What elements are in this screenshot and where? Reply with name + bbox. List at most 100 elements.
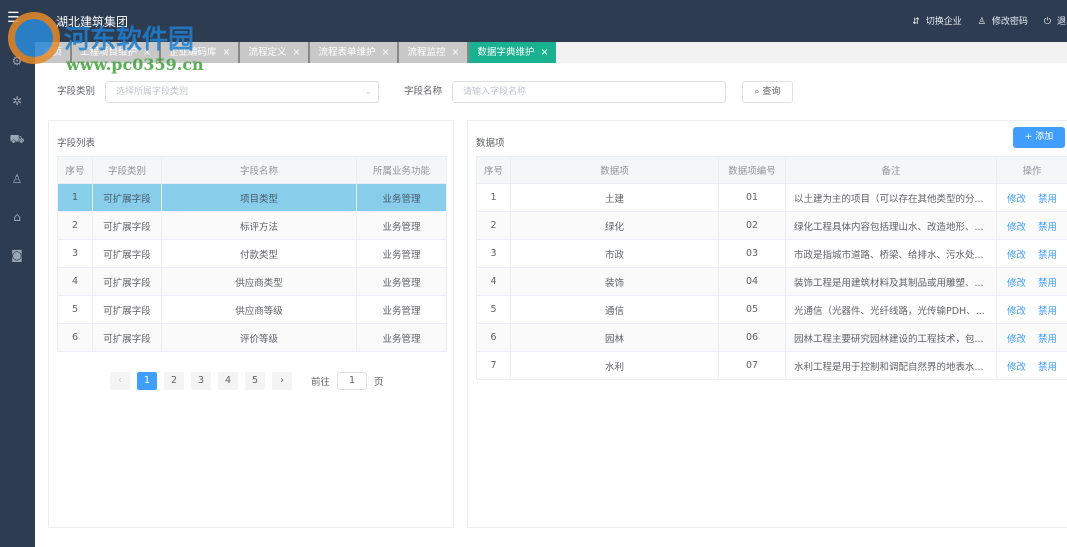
switch-company-button[interactable]: ⇵ 切换企业: [912, 14, 962, 27]
table-cell: 06: [718, 323, 786, 352]
table-cell: 6: [57, 323, 93, 352]
table-row[interactable]: 6 可扩展字段 评价等级 业务管理: [57, 323, 447, 352]
table-cell: 绿化工程具体内容包括理山水、改造地形、...: [785, 211, 997, 240]
actions-cell: 修改 禁用: [996, 351, 1067, 380]
table-row: 4 装饰 04 装饰工程是用建筑材料及其制品或用雕塑、... 修改 禁用: [476, 267, 1067, 296]
table-row[interactable]: 4 可扩展字段 供应商类型 业务管理: [57, 267, 447, 296]
org-icon[interactable]: ⚙: [8, 54, 26, 68]
field-name-input[interactable]: 请输入字段名称: [452, 81, 726, 103]
table-cell: 装饰工程是用建筑材料及其制品或用雕塑、...: [785, 267, 997, 296]
gear-icon[interactable]: ✲: [8, 94, 26, 108]
table-row[interactable]: 1 可扩展字段 项目类型 业务管理: [57, 183, 447, 212]
close-icon[interactable]: ×: [451, 47, 459, 58]
disable-link[interactable]: 禁用: [1038, 194, 1057, 205]
tab-project[interactable]: 工程项目维护 ×: [70, 42, 159, 63]
cart-icon[interactable]: ⛟: [8, 132, 26, 148]
logout-button[interactable]: ⏻退出: [1044, 14, 1067, 27]
table-cell: 04: [718, 267, 786, 296]
table-cell: 以土建为主的项目（可以存在其他类型的分...: [785, 183, 997, 212]
edit-link[interactable]: 修改: [1007, 362, 1026, 373]
page-3[interactable]: 3: [191, 372, 211, 390]
goto-label: 前往: [311, 377, 331, 388]
table-cell: 光通信（光器件、光纤线路，光传输PDH、...: [785, 295, 997, 324]
table-cell: 可扩展字段: [92, 211, 162, 240]
page-2[interactable]: 2: [164, 372, 184, 390]
table-cell: 供应商类型: [161, 267, 357, 296]
table-cell: 市政: [510, 239, 719, 268]
user-settings-icon[interactable]: ♙: [8, 172, 26, 186]
table-cell: 标评方法: [161, 211, 357, 240]
chart-icon[interactable]: ◙: [8, 248, 26, 262]
table-row: 6 园林 06 园林工程主要研究园林建设的工程技术，包... 修改 禁用: [476, 323, 1067, 352]
table-cell: 业务管理: [356, 267, 447, 296]
page-1[interactable]: 1: [137, 372, 157, 390]
table-cell: 园林: [510, 323, 719, 352]
col-header: 序号: [57, 156, 93, 184]
tab-process-monitor[interactable]: 流程监控 ×: [397, 42, 468, 63]
tab-company-code[interactable]: 企业编码库 ×: [159, 42, 239, 63]
field-table: 序号 字段类别 字段名称 所属业务功能 1 可扩展字段 项目类型 业务管理 2 可扩展字段…: [57, 156, 447, 352]
table-cell: 4: [476, 267, 511, 296]
change-password-button[interactable]: ♙ 修改密码: [978, 14, 1028, 27]
table-cell: 可扩展字段: [92, 183, 162, 212]
disable-link[interactable]: 禁用: [1038, 306, 1057, 317]
table-cell: 5: [57, 295, 93, 324]
edit-link[interactable]: 修改: [1007, 250, 1026, 261]
table-row: 2 绿化 02 绿化工程具体内容包括理山水、改造地形、... 修改 禁用: [476, 211, 1067, 240]
page-5[interactable]: 5: [245, 372, 265, 390]
tab-process-form[interactable]: 流程表单维护 ×: [308, 42, 398, 63]
table-cell: 水利工程是用于控制和调配自然界的地表水...: [785, 351, 997, 380]
close-icon[interactable]: ×: [540, 47, 548, 58]
menu-icon[interactable]: ☰: [7, 10, 20, 26]
query-button[interactable]: ⌕ 查询: [742, 81, 793, 103]
power-icon: ⏻: [1043, 17, 1051, 27]
disable-link[interactable]: 禁用: [1038, 250, 1057, 261]
table-cell: 6: [476, 323, 511, 352]
disable-link[interactable]: 禁用: [1038, 222, 1057, 233]
table-cell: 供应商等级: [161, 295, 357, 324]
table-row[interactable]: 5 可扩展字段 供应商等级 业务管理: [57, 295, 447, 324]
table-cell: 业务管理: [356, 295, 447, 324]
disable-link[interactable]: 禁用: [1038, 278, 1057, 289]
table-cell: 业务管理: [356, 183, 447, 212]
close-icon[interactable]: ×: [293, 47, 301, 58]
goto-page-input[interactable]: 1: [337, 372, 368, 390]
field-type-select[interactable]: 选择所属字段类别 ⌄: [105, 81, 379, 103]
actions-cell: 修改 禁用: [996, 183, 1067, 212]
col-header: 序号: [476, 156, 511, 184]
tab-data-dictionary[interactable]: 数据字典维护 ×: [467, 42, 557, 63]
home-icon[interactable]: ⌂: [8, 210, 26, 224]
add-button[interactable]: + 添加: [1013, 127, 1065, 148]
edit-link[interactable]: 修改: [1007, 194, 1026, 205]
page-4[interactable]: 4: [218, 372, 238, 390]
col-header: 数据项编号: [718, 156, 786, 184]
table-cell: 可扩展字段: [92, 267, 162, 296]
chevron-down-icon: ⌄: [364, 87, 372, 97]
close-icon[interactable]: ×: [143, 47, 151, 58]
table-cell: 5: [476, 295, 511, 324]
edit-link[interactable]: 修改: [1007, 222, 1026, 233]
tab-process-def[interactable]: 流程定义 ×: [238, 42, 309, 63]
table-cell: 业务管理: [356, 211, 447, 240]
disable-link[interactable]: 禁用: [1038, 362, 1057, 373]
table-cell: 可扩展字段: [92, 239, 162, 268]
edit-link[interactable]: 修改: [1007, 306, 1026, 317]
table-row[interactable]: 2 可扩展字段 标评方法 业务管理: [57, 211, 447, 240]
app-title: 湖北建筑集团: [56, 15, 129, 29]
table-cell: 业务管理: [356, 323, 447, 352]
actions-cell: 修改 禁用: [996, 323, 1067, 352]
prev-page-button[interactable]: ‹: [110, 372, 130, 390]
disable-link[interactable]: 禁用: [1038, 334, 1057, 345]
edit-link[interactable]: 修改: [1007, 334, 1026, 345]
table-row: 1 土建 01 以土建为主的项目（可以存在其他类型的分... 修改 禁用: [476, 183, 1067, 212]
close-icon[interactable]: ×: [381, 47, 389, 58]
edit-link[interactable]: 修改: [1007, 278, 1026, 289]
table-cell: 通信: [510, 295, 719, 324]
col-header: 字段类别: [92, 156, 162, 184]
tab-home[interactable]: 首页: [35, 42, 71, 63]
table-cell: 业务管理: [356, 239, 447, 268]
close-icon[interactable]: ×: [223, 47, 231, 58]
next-page-button[interactable]: ›: [272, 372, 292, 390]
table-row[interactable]: 3 可扩展字段 付款类型 业务管理: [57, 239, 447, 268]
col-header: 字段名称: [161, 156, 357, 184]
